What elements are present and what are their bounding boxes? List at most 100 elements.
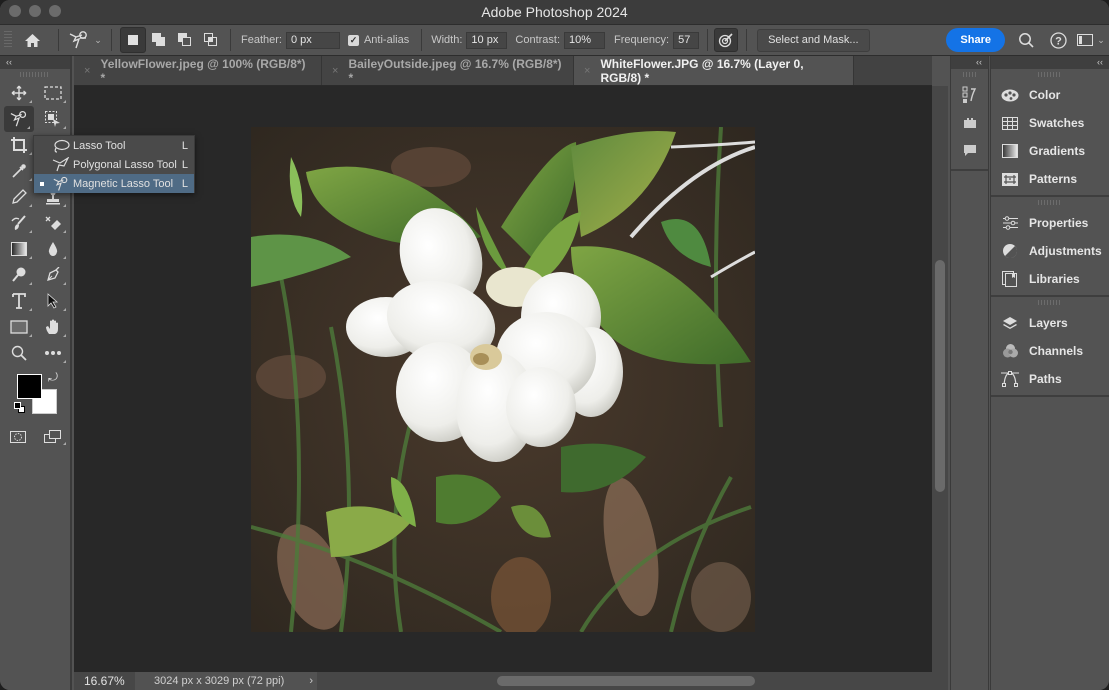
collapse-panels-button[interactable]: ‹‹ bbox=[951, 56, 988, 69]
search-icon bbox=[1019, 33, 1034, 48]
patterns-panel-button[interactable]: Patterns bbox=[991, 165, 1109, 193]
layers-panel-button[interactable]: Layers bbox=[991, 309, 1109, 337]
blur-tool[interactable] bbox=[36, 236, 70, 262]
app-title: Adobe Photoshop 2024 bbox=[481, 4, 628, 20]
panel-grip[interactable] bbox=[1038, 200, 1062, 205]
close-tab-icon[interactable]: × bbox=[84, 65, 90, 77]
anti-alias-checkbox[interactable]: ✓ bbox=[347, 34, 359, 46]
collapse-dock-button[interactable]: ‹‹ bbox=[991, 56, 1109, 69]
hand-tool[interactable] bbox=[36, 314, 70, 340]
close-window-button[interactable] bbox=[9, 5, 21, 17]
feather-label: Feather: bbox=[241, 34, 282, 46]
crop-tool[interactable] bbox=[2, 132, 36, 158]
minimize-window-button[interactable] bbox=[29, 5, 41, 17]
tab-whiteflower[interactable]: × WhiteFlower.JPG @ 16.7% (Layer 0, RGB/… bbox=[574, 56, 854, 85]
select-and-mask-button[interactable]: Select and Mask... bbox=[757, 28, 870, 52]
subtract-from-selection-button[interactable] bbox=[172, 27, 198, 53]
pen-tool[interactable] bbox=[36, 262, 70, 288]
magnetic-lasso-icon bbox=[52, 176, 70, 192]
comments-panel-button[interactable] bbox=[951, 137, 988, 165]
home-icon bbox=[24, 33, 40, 47]
vertical-scrollbar[interactable] bbox=[932, 86, 948, 672]
type-tool[interactable] bbox=[2, 288, 36, 314]
options-bar-grip[interactable] bbox=[4, 31, 12, 49]
panel-grip[interactable] bbox=[1038, 300, 1062, 305]
width-input[interactable] bbox=[466, 31, 508, 49]
zoom-tool[interactable] bbox=[2, 340, 36, 366]
zoom-level[interactable]: 16.67% bbox=[74, 674, 135, 688]
horizontal-scroll-thumb[interactable] bbox=[497, 676, 755, 686]
magnetic-lasso-tool-option[interactable]: Magnetic Lasso Tool L bbox=[34, 174, 194, 193]
color-panel-button[interactable]: Color bbox=[991, 81, 1109, 109]
tools-grid bbox=[0, 80, 70, 366]
chevron-right-icon[interactable]: › bbox=[309, 675, 313, 687]
add-to-selection-button[interactable] bbox=[146, 27, 172, 53]
channels-panel-button[interactable]: Channels bbox=[991, 337, 1109, 365]
zoom-window-button[interactable] bbox=[49, 5, 61, 17]
new-selection-button[interactable] bbox=[120, 27, 146, 53]
intersect-selection-button[interactable] bbox=[198, 27, 224, 53]
lasso-tool-option[interactable]: Lasso Tool L bbox=[34, 136, 194, 155]
document-info[interactable]: 3024 px x 3029 px (72 ppi) › bbox=[135, 672, 317, 690]
home-button[interactable] bbox=[12, 27, 52, 53]
document-canvas[interactable] bbox=[74, 86, 932, 672]
polygonal-lasso-tool-option[interactable]: Polygonal Lasso Tool L bbox=[34, 155, 194, 174]
pen-pressure-button[interactable] bbox=[714, 28, 739, 52]
adjustments-panel-button[interactable]: Adjustments bbox=[991, 237, 1109, 265]
object-selection-tool[interactable] bbox=[36, 106, 70, 132]
collapsed-panels-column: ‹‹ bbox=[950, 56, 989, 690]
gradients-icon bbox=[1000, 144, 1020, 158]
magnetic-lasso-tool[interactable] bbox=[4, 106, 34, 132]
history-brush-icon bbox=[11, 215, 26, 230]
gradients-panel-button[interactable]: Gradients bbox=[991, 137, 1109, 165]
eraser-tool[interactable] bbox=[36, 210, 70, 236]
panel-grip[interactable] bbox=[1038, 72, 1062, 77]
workspace-switcher[interactable]: ⌄ bbox=[1073, 27, 1109, 53]
vertical-scroll-thumb[interactable] bbox=[935, 260, 945, 492]
paths-panel-button[interactable]: Paths bbox=[991, 365, 1109, 393]
stylus-pressure-icon bbox=[718, 33, 733, 48]
quick-mask-button[interactable] bbox=[0, 426, 36, 448]
swatches-icon bbox=[1000, 116, 1020, 130]
panel-grip[interactable] bbox=[962, 72, 977, 77]
white-flower-image[interactable] bbox=[251, 127, 755, 632]
arrow-pointer-icon bbox=[47, 293, 59, 309]
close-tab-icon[interactable]: × bbox=[584, 65, 590, 77]
default-colors-icon[interactable] bbox=[14, 402, 25, 413]
share-button[interactable]: Share bbox=[946, 28, 1005, 52]
search-button[interactable] bbox=[1009, 27, 1043, 53]
toolbar-grip[interactable] bbox=[20, 72, 50, 77]
history-brush-tool[interactable] bbox=[2, 210, 36, 236]
plugins-panel-button[interactable] bbox=[951, 109, 988, 137]
rectangle-icon bbox=[10, 320, 28, 334]
collapse-toolbar-button[interactable]: ‹‹ bbox=[0, 56, 70, 69]
tab-baileyoutside[interactable]: × BaileyOutside.jpeg @ 16.7% (RGB/8*) * bbox=[322, 56, 574, 85]
chevron-down-icon: ⌄ bbox=[94, 34, 102, 45]
contrast-input[interactable] bbox=[564, 31, 606, 49]
dodge-tool[interactable] bbox=[2, 262, 36, 288]
libraries-panel-button[interactable]: Libraries bbox=[991, 265, 1109, 293]
frequency-input[interactable] bbox=[673, 31, 700, 49]
gradient-tool[interactable] bbox=[2, 236, 36, 262]
move-tool[interactable] bbox=[2, 80, 36, 106]
rectangle-tool[interactable] bbox=[2, 314, 36, 340]
foreground-color-swatch[interactable] bbox=[17, 374, 42, 399]
adjustments-icon bbox=[1000, 243, 1020, 259]
screen-mode-button[interactable] bbox=[36, 426, 70, 448]
title-bar: Adobe Photoshop 2024 bbox=[0, 0, 1109, 24]
path-selection-tool[interactable] bbox=[36, 288, 70, 314]
status-bar: 16.67% 3024 px x 3029 px (72 ppi) › bbox=[74, 672, 948, 690]
eyedropper-tool[interactable] bbox=[2, 158, 36, 184]
swap-colors-icon[interactable]: ⤾ bbox=[48, 370, 58, 385]
properties-panel-button[interactable]: Properties bbox=[991, 209, 1109, 237]
tool-preset-picker[interactable]: ⌄ bbox=[65, 27, 105, 53]
close-tab-icon[interactable]: × bbox=[332, 65, 338, 77]
tab-yellowflower[interactable]: × YellowFlower.jpeg @ 100% (RGB/8*) * bbox=[74, 56, 322, 85]
swatches-panel-button[interactable]: Swatches bbox=[991, 109, 1109, 137]
brush-tool[interactable] bbox=[2, 184, 36, 210]
rectangular-marquee-tool[interactable] bbox=[36, 80, 70, 106]
edit-toolbar-button[interactable] bbox=[36, 340, 70, 366]
history-panel-button[interactable] bbox=[951, 81, 988, 109]
feather-input[interactable] bbox=[285, 31, 340, 49]
help-button[interactable]: ? bbox=[1043, 27, 1073, 53]
